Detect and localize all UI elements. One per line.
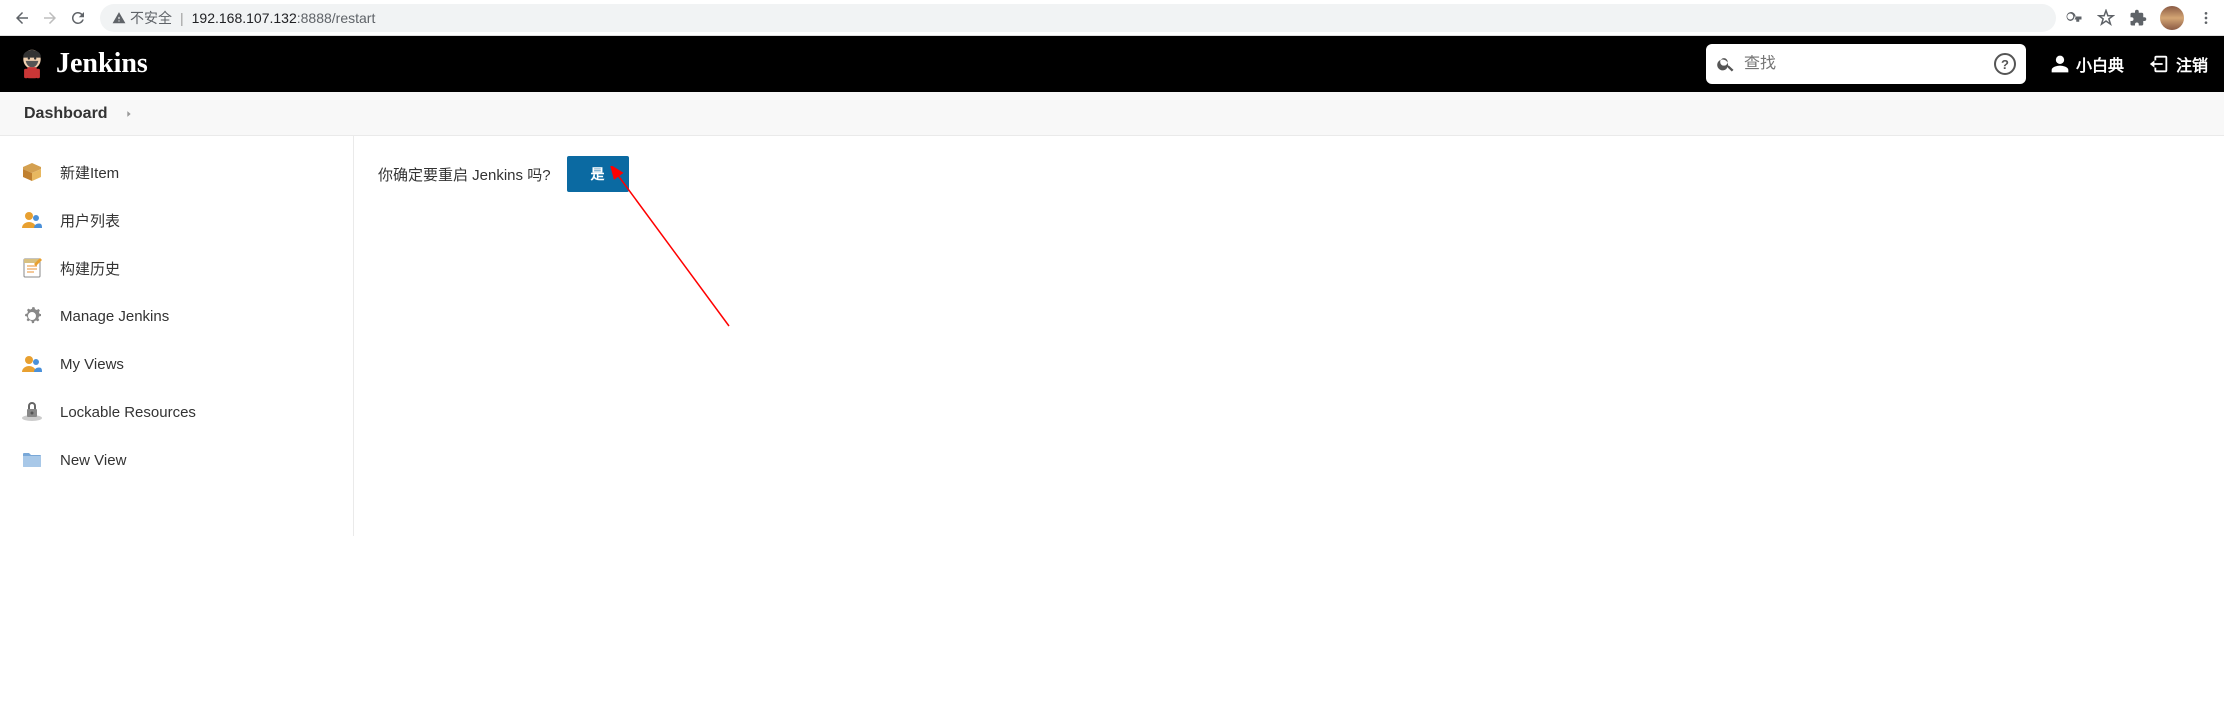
content-area: 新建Item 用户列表 构建历史 Manage Jenkins My Views bbox=[0, 136, 2224, 536]
logout-icon bbox=[2148, 53, 2170, 75]
menu-icon[interactable] bbox=[2196, 8, 2216, 28]
search-icon bbox=[1716, 54, 1736, 74]
package-icon bbox=[20, 160, 44, 184]
back-button[interactable] bbox=[8, 4, 36, 32]
help-icon[interactable]: ? bbox=[1994, 53, 2016, 75]
chevron-right-icon bbox=[124, 106, 134, 122]
main-panel: 你确定要重启 Jenkins 吗? 是 bbox=[354, 136, 2224, 536]
url-separator: | bbox=[180, 10, 184, 26]
sidebar-item-label: Manage Jenkins bbox=[60, 308, 169, 325]
sidebar-item-label: New View bbox=[60, 452, 126, 469]
logout-label: 注销 bbox=[2176, 52, 2208, 76]
sidebar-item-label: 用户列表 bbox=[60, 210, 120, 231]
sidebar-item-lockable-resources[interactable]: Lockable Resources bbox=[0, 388, 353, 436]
annotation-arrow bbox=[609, 166, 749, 346]
extensions-icon[interactable] bbox=[2128, 8, 2148, 28]
sidebar-item-people[interactable]: 用户列表 bbox=[0, 196, 353, 244]
search-input[interactable] bbox=[1744, 55, 1994, 73]
breadcrumb-dashboard[interactable]: Dashboard bbox=[24, 105, 108, 123]
key-icon[interactable] bbox=[2064, 8, 2084, 28]
notepad-icon bbox=[20, 256, 44, 280]
browser-right-icons bbox=[2064, 6, 2216, 30]
jenkins-logo-icon bbox=[16, 45, 48, 83]
jenkins-brand-text: Jenkins bbox=[56, 48, 148, 80]
yes-button[interactable]: 是 bbox=[567, 156, 629, 192]
url-text: 192.168.107.132:8888/restart bbox=[192, 10, 2044, 26]
reload-button[interactable] bbox=[64, 4, 92, 32]
browser-toolbar: 不安全 | 192.168.107.132:8888/restart bbox=[0, 0, 2224, 36]
people-icon bbox=[20, 352, 44, 376]
insecure-warning: 不安全 bbox=[112, 8, 172, 28]
address-bar[interactable]: 不安全 | 192.168.107.132:8888/restart bbox=[100, 4, 2056, 32]
confirm-text: 你确定要重启 Jenkins 吗? bbox=[378, 164, 551, 185]
sidebar: 新建Item 用户列表 构建历史 Manage Jenkins My Views bbox=[0, 136, 354, 536]
user-link[interactable]: 小白典 bbox=[2050, 52, 2124, 76]
logout-link[interactable]: 注销 bbox=[2148, 52, 2208, 76]
user-icon bbox=[2050, 54, 2070, 74]
gear-icon bbox=[20, 304, 44, 328]
jenkins-logo[interactable]: Jenkins bbox=[16, 45, 148, 83]
search-box[interactable]: ? bbox=[1706, 44, 2026, 84]
star-icon[interactable] bbox=[2096, 8, 2116, 28]
sidebar-item-label: Lockable Resources bbox=[60, 404, 196, 421]
confirm-row: 你确定要重启 Jenkins 吗? 是 bbox=[378, 156, 2200, 192]
sidebar-item-my-views[interactable]: My Views bbox=[0, 340, 353, 388]
people-icon bbox=[20, 208, 44, 232]
forward-button[interactable] bbox=[36, 4, 64, 32]
lock-icon bbox=[20, 400, 44, 424]
jenkins-header: Jenkins ? 小白典 注销 bbox=[0, 36, 2224, 92]
sidebar-item-label: 构建历史 bbox=[60, 258, 120, 279]
sidebar-item-label: My Views bbox=[60, 356, 124, 373]
folder-icon bbox=[20, 448, 44, 472]
profile-avatar[interactable] bbox=[2160, 6, 2184, 30]
sidebar-item-manage-jenkins[interactable]: Manage Jenkins bbox=[0, 292, 353, 340]
sidebar-item-new-item[interactable]: 新建Item bbox=[0, 148, 353, 196]
breadcrumb: Dashboard bbox=[0, 92, 2224, 136]
user-label: 小白典 bbox=[2076, 52, 2124, 76]
sidebar-item-label: 新建Item bbox=[60, 162, 119, 183]
sidebar-item-new-view[interactable]: New View bbox=[0, 436, 353, 484]
insecure-label: 不安全 bbox=[130, 8, 172, 28]
sidebar-item-build-history[interactable]: 构建历史 bbox=[0, 244, 353, 292]
